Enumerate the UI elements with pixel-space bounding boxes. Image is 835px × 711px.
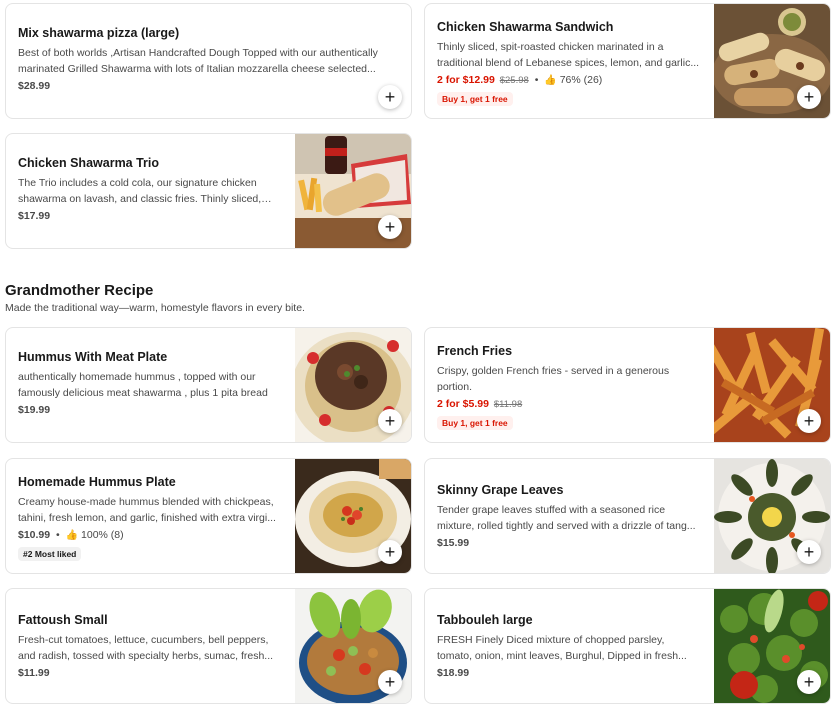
add-item-button[interactable]: + (797, 409, 821, 433)
add-item-button[interactable]: + (797, 85, 821, 109)
menu-item-card[interactable]: Mix shawarma pizza (large) Best of both … (5, 3, 412, 119)
item-price: $15.99 (437, 537, 470, 549)
add-item-button[interactable]: + (797, 540, 821, 564)
item-name: Chicken Shawarma Trio (18, 156, 160, 170)
item-description: Creamy house-made hummus blended with ch… (18, 496, 276, 524)
item-description: authentically homemade hummus , topped w… (18, 371, 268, 399)
item-description: Best of both worlds ,Artisan Handcrafted… (18, 47, 378, 75)
item-description: The Trio includes a cold cola, our signa… (18, 177, 262, 205)
add-item-button[interactable]: + (378, 670, 402, 694)
item-name: Homemade Hummus Plate (18, 475, 176, 489)
promo-price: 2 for $12.99 (437, 74, 495, 86)
menu-item-card[interactable]: Chicken Shawarma Sandwich Thinly sliced,… (424, 3, 831, 119)
item-description: Tender grape leaves stuffed with a seaso… (437, 504, 696, 532)
item-name: Skinny Grape Leaves (437, 483, 564, 497)
item-description: FRESH Finely Diced mixture of chopped pa… (437, 634, 687, 662)
original-price: $11.98 (493, 399, 523, 410)
item-price: $17.99 (18, 210, 51, 222)
item-price: $19.99 (18, 404, 51, 416)
add-item-button[interactable]: + (378, 85, 402, 109)
thumbs-up-icon: 👍 (65, 530, 79, 541)
menu-item-card[interactable]: Homemade Hummus Plate Creamy house-made … (5, 458, 412, 574)
menu-item-card[interactable]: Chicken Shawarma Trio The Trio includes … (5, 133, 412, 249)
item-description: Thinly sliced, spit-roasted chicken mari… (437, 41, 700, 69)
item-name: Hummus With Meat Plate (18, 350, 168, 364)
menu-item-card[interactable]: Tabbouleh large FRESH Finely Diced mixtu… (424, 588, 831, 704)
menu-item-card[interactable]: Fattoush Small Fresh-cut tomatoes, lettu… (5, 588, 412, 704)
item-rating: 100% (8) (81, 529, 124, 541)
item-name: French Fries (437, 344, 513, 358)
original-price: $25.98 (499, 75, 529, 86)
promo-price: 2 for $5.99 (437, 398, 489, 410)
most-liked-badge: #2 Most liked (18, 547, 82, 561)
item-name: Fattoush Small (18, 613, 108, 627)
item-name: Chicken Shawarma Sandwich (437, 20, 614, 34)
item-description: Crispy, golden French fries - served in … (437, 365, 670, 393)
add-item-button[interactable]: + (797, 670, 821, 694)
item-price: $28.99 (18, 80, 51, 92)
add-item-button[interactable]: + (378, 215, 402, 239)
item-name: Mix shawarma pizza (large) (18, 26, 180, 40)
menu-item-card[interactable]: Skinny Grape Leaves Tender grape leaves … (424, 458, 831, 574)
item-price: $11.99 (18, 667, 50, 679)
section-title: Grandmother Recipe (5, 282, 154, 299)
item-name: Tabbouleh large (437, 613, 533, 627)
menu-item-card[interactable]: Hummus With Meat Plate authentically hom… (5, 327, 412, 443)
item-description: Fresh-cut tomatoes, lettuce, cucumbers, … (18, 634, 274, 662)
add-item-button[interactable]: + (378, 409, 402, 433)
promo-badge: Buy 1, get 1 free (437, 92, 513, 106)
promo-badge: Buy 1, get 1 free (437, 416, 513, 430)
item-price: $10.99 (18, 529, 51, 541)
thumbs-up-icon: 👍 (544, 75, 557, 86)
add-item-button[interactable]: + (378, 540, 402, 564)
separator-dot: • (534, 74, 539, 86)
section-subtitle: Made the traditional way—warm, homestyle… (5, 302, 305, 314)
separator-dot: • (56, 529, 60, 541)
item-rating: 76% (26) (559, 74, 603, 86)
menu-item-card[interactable]: French Fries Crispy, golden French fries… (424, 327, 831, 443)
item-price: $18.99 (437, 667, 470, 679)
